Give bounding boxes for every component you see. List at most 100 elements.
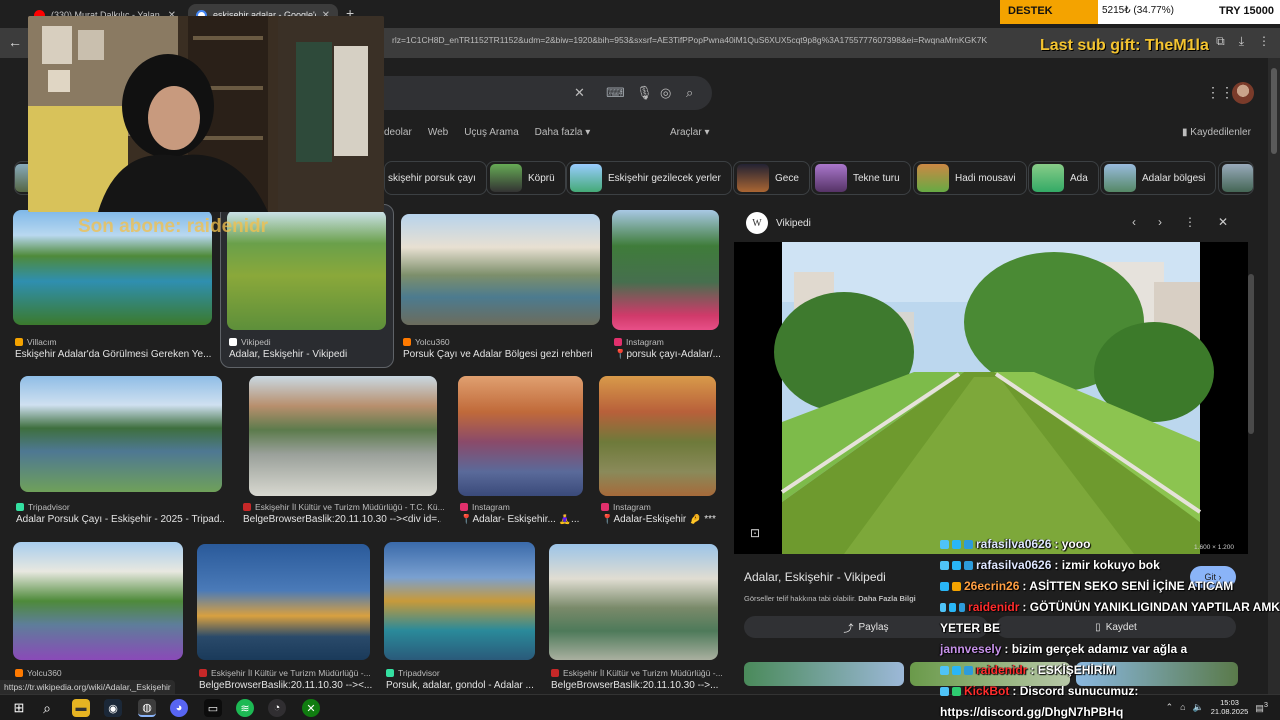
chip-ada[interactable]: Ada bbox=[1028, 161, 1099, 195]
tab-videos[interactable]: deolar bbox=[384, 127, 412, 138]
extensions-icon[interactable]: ⧉ bbox=[1216, 34, 1225, 49]
chat-text: Discord sunucumuz: bbox=[1019, 684, 1139, 698]
share-label: Paylaş bbox=[858, 621, 889, 633]
result-caption: 📍porsuk çayı-Adalar/... bbox=[614, 349, 721, 360]
chip-gece[interactable]: Gece bbox=[733, 161, 810, 195]
result-card[interactable]: Instagram 📍Adalar- Eskişehir... 🧘‍♀️... bbox=[458, 376, 584, 526]
tools-button[interactable]: Araçlar ▾ bbox=[670, 127, 710, 138]
related-image[interactable] bbox=[744, 662, 904, 686]
source-label: Vikipedi bbox=[241, 337, 271, 347]
chip-thumbnail bbox=[917, 164, 949, 192]
result-image bbox=[249, 376, 437, 496]
source-label: Instagram bbox=[472, 502, 510, 512]
preview-source[interactable]: Vikipedi bbox=[776, 218, 811, 229]
chrome-icon[interactable]: ◍ bbox=[138, 699, 156, 717]
source-label: Eskişehir İl Kültür ve Turizm Müdürlüğü … bbox=[255, 502, 445, 512]
copyright-text: Görseller telif hakkına tabi olabilir. bbox=[744, 594, 857, 603]
tab-web[interactable]: Web bbox=[428, 127, 448, 138]
chip-thumbnail bbox=[1104, 164, 1136, 192]
result-source: Tripadvisor bbox=[16, 502, 70, 512]
chat-message: raidenidr: GÖTÜNÜN YANIKLIGINDAN YAPTILA… bbox=[940, 597, 1280, 618]
result-source: Instagram bbox=[614, 337, 664, 347]
preview-title[interactable]: Adalar, Eskişehir - Vikipedi bbox=[744, 570, 886, 584]
chat-message: rafasilva0626: yooo bbox=[940, 534, 1280, 555]
result-card[interactable]: Yolcu360 bbox=[13, 542, 185, 692]
badge-icon bbox=[952, 582, 961, 591]
chat-text: yooo bbox=[1061, 537, 1091, 551]
tab-flights[interactable]: Uçuş Arama bbox=[464, 127, 518, 138]
result-source: Eskişehir İl Kültür ve Turizm Müdürlüğü … bbox=[243, 502, 445, 512]
close-icon[interactable]: ✕ bbox=[1218, 215, 1228, 229]
chip-porsuk[interactable]: skişehir porsuk çayı bbox=[384, 161, 487, 195]
chip-hadi[interactable]: Hadi mousavi bbox=[913, 161, 1027, 195]
chip-partial-right[interactable] bbox=[1218, 161, 1254, 195]
result-card[interactable]: Eskişehir İl Kültür ve Turizm Müdürlüğü … bbox=[197, 544, 373, 694]
source-label: Instagram bbox=[613, 502, 651, 512]
panel-scrollbar[interactable] bbox=[1248, 274, 1254, 434]
screen: (330) Murat Dalkılıç - Yalan Dün ✕ eskis… bbox=[0, 0, 1280, 720]
back-arrow-icon[interactable]: ← bbox=[8, 34, 22, 50]
more-info-link[interactable]: Daha Fazla Bilgi bbox=[858, 594, 916, 603]
saved-button[interactable]: ▮ Kaydedilenler bbox=[1182, 127, 1251, 138]
result-source: Vikipedi bbox=[229, 337, 271, 347]
xbox-icon[interactable]: ✕ bbox=[302, 699, 320, 717]
address-bar[interactable]: rlz=1C1CH8D_enTR1152TR1152&udm=2&biw=192… bbox=[392, 35, 1112, 45]
previous-chevron-icon[interactable]: ‹ bbox=[1132, 215, 1136, 229]
result-source: Yolcu360 bbox=[403, 337, 450, 347]
badge-icon bbox=[964, 561, 973, 570]
result-card[interactable]: Instagram 📍Adalar-Eskişehir 🤌 *** bbox=[599, 376, 717, 526]
microphone-icon[interactable]: 🎙 bbox=[636, 85, 653, 101]
chat-text: GÖTÜNÜN YANIKLIGINDAN YAPTILAR AMK bbox=[1029, 600, 1280, 614]
result-card[interactable]: Yolcu360 Porsuk Çayı ve Adalar Bölgesi g… bbox=[401, 214, 601, 364]
terminal-icon[interactable]: ▭ bbox=[204, 699, 222, 717]
download-icon[interactable]: ⤓ bbox=[1239, 34, 1244, 49]
search-icon[interactable]: ⌕ bbox=[686, 85, 693, 101]
result-image bbox=[197, 544, 370, 660]
source-label: Tripadvisor bbox=[398, 668, 440, 678]
result-card[interactable]: Tripadvisor Porsuk, adalar, gondol - Ada… bbox=[384, 542, 536, 692]
steam-icon[interactable]: ◉ bbox=[104, 699, 122, 717]
result-caption: BelgeBrowserBaslik:20.11.10.30 --><... bbox=[199, 680, 373, 691]
source-favicon-icon bbox=[199, 669, 207, 677]
keyboard-icon[interactable]: ⌨ bbox=[606, 85, 625, 101]
discord-icon[interactable]: ◕ bbox=[170, 699, 188, 717]
chat-username: KickBot bbox=[964, 684, 1010, 698]
spotify-icon[interactable]: ≋ bbox=[236, 699, 254, 717]
chip-adalar-bolgesi[interactable]: Adalar bölgesi bbox=[1100, 161, 1217, 195]
result-card[interactable]: Tripadvisor Adalar Porsuk Çayı - Eskişeh… bbox=[16, 376, 224, 526]
chip-thumbnail bbox=[570, 164, 602, 192]
file-explorer-icon[interactable]: ▬ bbox=[72, 699, 90, 717]
chat-message: 26ecrin26: ASİTTEN SEKO SENİ İÇİNE ATICA… bbox=[940, 576, 1280, 597]
chip-thumbnail bbox=[1222, 164, 1253, 192]
chat-username: raidenidr bbox=[976, 663, 1028, 677]
menu-kebab-icon[interactable]: ⋮ bbox=[1258, 34, 1270, 49]
donation-progress: 5215₺ (34.77%) bbox=[1098, 0, 1198, 24]
chip-label: Gece bbox=[775, 172, 799, 184]
result-caption: Adalar Porsuk Çayı - Eskişehir - 2025 - … bbox=[16, 514, 224, 525]
search-icon[interactable]: ⌕ bbox=[38, 699, 56, 717]
chip-tekne[interactable]: Tekne turu bbox=[811, 161, 911, 195]
copyright-notice: Görseller telif hakkına tabi olabilir. D… bbox=[744, 594, 916, 603]
result-card[interactable]: Eskişehir İl Kültür ve Turizm Müdürlüğü … bbox=[243, 376, 445, 526]
result-image bbox=[20, 376, 222, 492]
lens-camera-icon[interactable]: ◎ bbox=[660, 85, 671, 101]
badge-icon bbox=[940, 561, 949, 570]
preview-image bbox=[774, 242, 1214, 554]
result-source: Tripadvisor bbox=[386, 668, 440, 678]
avatar[interactable] bbox=[1232, 82, 1254, 104]
windows-start-icon[interactable]: ⊞ bbox=[10, 699, 28, 717]
donation-goal-overlay: DESTEK 5215₺ (34.77%) TRY 15000 bbox=[1000, 0, 1280, 24]
obs-icon[interactable]: ◔ bbox=[268, 699, 286, 717]
chip-kopru[interactable]: Köprü bbox=[486, 161, 566, 195]
more-options-icon[interactable]: ⋮ bbox=[1184, 215, 1196, 229]
lens-search-icon[interactable]: ⊡ bbox=[750, 526, 760, 540]
tab-more[interactable]: Daha fazla ▾ bbox=[535, 127, 591, 138]
chip-gezilecek[interactable]: Eskişehir gezilecek yerler bbox=[566, 161, 732, 195]
result-card[interactable]: Instagram 📍porsuk çayı-Adalar/... bbox=[612, 210, 721, 360]
result-card[interactable]: Eskişehir İl Kültür ve Turizm Müdürlüğü … bbox=[549, 544, 723, 694]
next-chevron-icon[interactable]: › bbox=[1158, 215, 1162, 229]
preview-image-frame[interactable]: 1.600 × 1.200 ⊡ bbox=[734, 242, 1248, 554]
clear-search-icon[interactable]: ✕ bbox=[574, 85, 585, 101]
result-source: Eskişehir İl Kültür ve Turizm Müdürlüğü … bbox=[551, 668, 723, 678]
scrollbar-thumb[interactable] bbox=[1271, 68, 1277, 154]
